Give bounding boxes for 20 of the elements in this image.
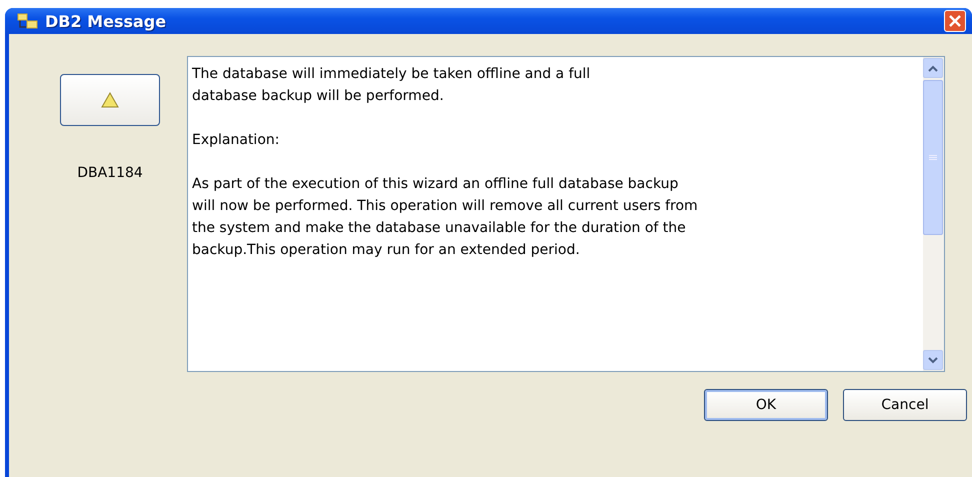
close-icon — [948, 14, 962, 28]
scroll-up-button[interactable] — [923, 58, 943, 78]
message-code: DBA1184 — [77, 165, 143, 181]
chevron-down-icon — [928, 356, 938, 364]
dialog-button[interactable]: OK — [704, 389, 828, 421]
folder-tree-icon — [17, 13, 39, 29]
scrollbar[interactable] — [923, 57, 944, 371]
scroll-down-button[interactable] — [923, 350, 943, 370]
warning-button[interactable] — [60, 74, 160, 126]
dialog-button[interactable]: Cancel — [843, 389, 967, 421]
message-paragraph: As part of the execution of this wizard an offline full database backup will now be performed. This operation will remove all current users from the system and make the database unavailable for the duration of the backup.This operation may run for an extended period. — [192, 175, 699, 260]
window-title: DB2 Message — [45, 12, 168, 30]
close-button[interactable] — [944, 10, 966, 32]
grip-icon — [929, 155, 937, 160]
message-paragraph: The database will immediately be taken offline and a full database backup will be performed. — [192, 65, 592, 106]
chevron-up-icon — [928, 64, 938, 72]
warning-icon — [101, 92, 119, 108]
scrollbar-thumb[interactable] — [923, 80, 943, 235]
message-text-area[interactable] — [187, 56, 945, 372]
message-paragraph: Explanation: — [192, 131, 280, 150]
